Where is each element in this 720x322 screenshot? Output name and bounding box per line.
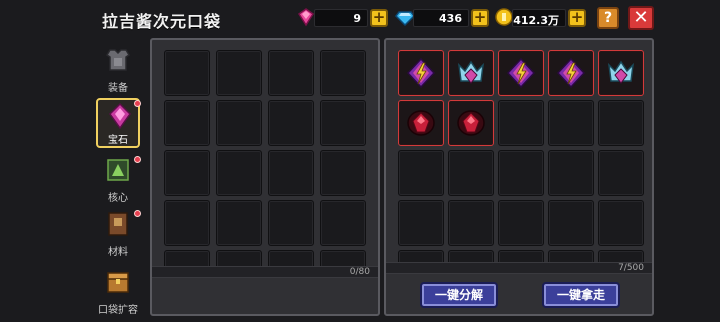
chest-icon [107, 272, 129, 293]
sidebar-item-label: 装备 [108, 83, 128, 94]
empty-slot[interactable] [216, 150, 262, 196]
sidebar-item-label: 口袋扩容 [98, 305, 138, 316]
empty-slot[interactable] [320, 200, 366, 246]
blue-diamond-value: 436 [439, 12, 462, 25]
empty-slot[interactable] [398, 150, 444, 196]
game-inventory-screen: 拉吉酱次元口袋 9 + 436 + 412.3万 + ? ✕ 装备 宝石 核心 … [0, 0, 720, 322]
grid-footer-strip: 0/80 [152, 266, 378, 278]
empty-slot[interactable] [320, 100, 366, 146]
help-button[interactable]: ? [597, 7, 619, 29]
empty-slot[interactable] [164, 250, 210, 266]
add-gold-coin-button[interactable]: + [568, 9, 586, 27]
empty-slot[interactable] [320, 50, 366, 96]
sidebar-item-label: 核心 [108, 193, 128, 204]
empty-slot[interactable] [268, 150, 314, 196]
empty-slot[interactable] [598, 200, 644, 246]
pink-gem-icon [297, 8, 315, 27]
grid-footer-strip: 7/500 [386, 262, 652, 274]
take-all-button[interactable]: 一键拿走 [542, 282, 620, 308]
lightning-gem-icon [506, 57, 536, 89]
right-slot-count: 7/500 [618, 263, 644, 273]
left-slot-count: 0/80 [349, 267, 370, 277]
empty-slot[interactable] [448, 200, 494, 246]
ruby-icon [457, 110, 485, 136]
empty-slot[interactable] [268, 250, 314, 266]
gold-coin-value: 412.3万 [513, 14, 559, 27]
gold-coin-icon [495, 8, 513, 26]
dismantle-all-button[interactable]: 一键分解 [420, 282, 498, 308]
blue-diamond-counter: 436 [413, 9, 469, 27]
sidebar-item-equipment[interactable]: 装备 [96, 44, 140, 94]
add-pink-gem-button[interactable]: + [370, 9, 388, 27]
sidebar-item-label: 材料 [108, 247, 128, 258]
empty-slot[interactable] [548, 100, 594, 146]
item-slot[interactable] [448, 50, 494, 96]
empty-slot[interactable] [164, 150, 210, 196]
item-slot[interactable] [398, 100, 444, 146]
empty-slot[interactable] [216, 100, 262, 146]
sidebar-item-label: 宝石 [108, 135, 128, 146]
empty-slot[interactable] [268, 50, 314, 96]
gem-icon [109, 102, 131, 130]
sidebar-item-materials[interactable]: 材料 [96, 208, 140, 258]
gold-coin-counter: 412.3万 [512, 9, 566, 27]
item-slot[interactable] [448, 100, 494, 146]
empty-slot[interactable] [598, 150, 644, 196]
lightning-gem-icon [406, 57, 436, 89]
pink-gem-value: 9 [353, 12, 361, 25]
notification-dot [134, 100, 141, 107]
lightning-gem-icon [556, 57, 586, 89]
page-title: 拉吉酱次元口袋 [102, 12, 222, 31]
empty-slot[interactable] [548, 150, 594, 196]
item-slot[interactable] [598, 50, 644, 96]
sidebar-item-expand-pocket[interactable]: 口袋扩容 [96, 266, 140, 316]
empty-slot[interactable] [164, 100, 210, 146]
empty-slot[interactable] [398, 200, 444, 246]
empty-slot[interactable] [498, 100, 544, 146]
notification-dot [134, 210, 141, 217]
armor-icon [105, 49, 131, 71]
empty-slot[interactable] [268, 100, 314, 146]
sidebar-item-gems[interactable]: 宝石 [96, 98, 140, 148]
add-blue-diamond-button[interactable]: + [471, 9, 489, 27]
empty-slot[interactable] [216, 50, 262, 96]
pink-gem-counter: 9 [314, 9, 368, 27]
core-icon [107, 159, 129, 181]
empty-slot[interactable] [268, 200, 314, 246]
storage-panel-right: 7/500 一键分解 一键拿走 [384, 38, 654, 316]
empty-slot[interactable] [216, 200, 262, 246]
empty-slot[interactable] [498, 200, 544, 246]
empty-slot[interactable] [320, 250, 366, 266]
book-icon [108, 212, 128, 236]
close-button[interactable]: ✕ [628, 6, 654, 30]
sidebar-item-core[interactable]: 核心 [96, 154, 140, 204]
blue-diamond-icon [395, 11, 415, 27]
crown-gem-icon [457, 60, 485, 84]
storage-grid-left[interactable] [158, 46, 372, 266]
empty-slot[interactable] [448, 150, 494, 196]
empty-slot[interactable] [548, 200, 594, 246]
crown-gem-icon [607, 60, 635, 84]
empty-slot[interactable] [164, 50, 210, 96]
empty-slot[interactable] [498, 150, 544, 196]
item-slot[interactable] [498, 50, 544, 96]
empty-slot[interactable] [320, 150, 366, 196]
empty-slot[interactable] [216, 250, 262, 266]
item-slot[interactable] [548, 50, 594, 96]
empty-slot[interactable] [164, 200, 210, 246]
notification-dot [134, 156, 141, 163]
storage-panel-left: 0/80 [150, 38, 380, 316]
empty-slot[interactable] [598, 100, 644, 146]
storage-grid-right[interactable] [392, 46, 646, 266]
item-slot[interactable] [398, 50, 444, 96]
ruby-icon [407, 110, 435, 136]
